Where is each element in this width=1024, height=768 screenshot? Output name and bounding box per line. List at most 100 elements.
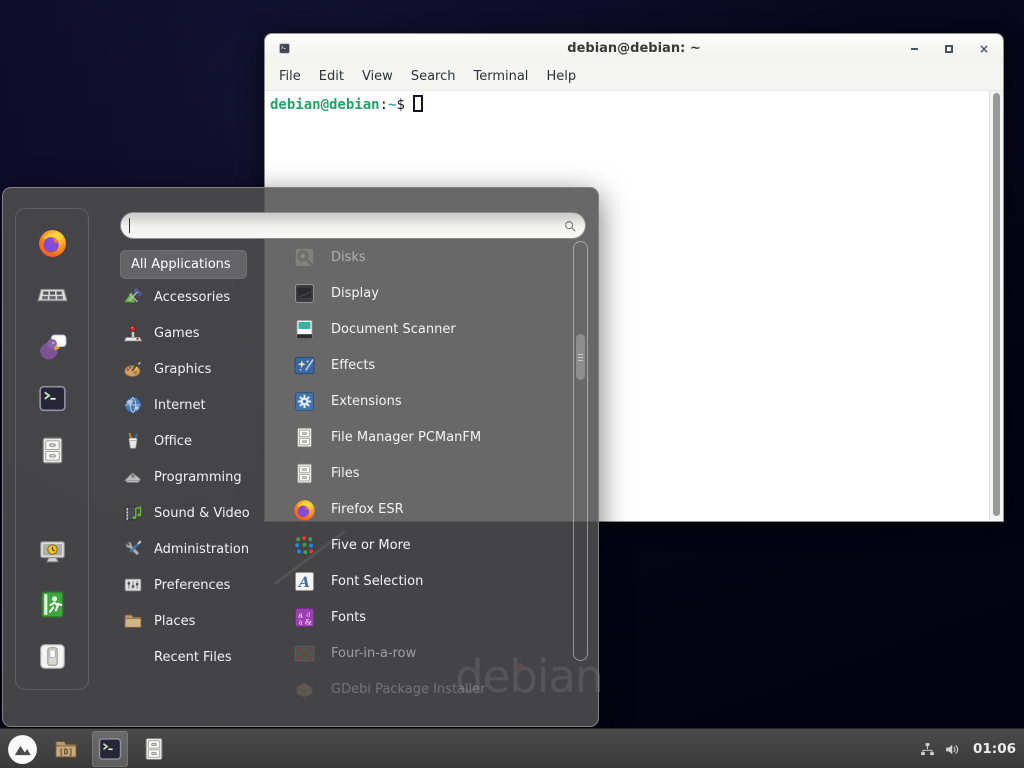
- internet-icon: [122, 394, 144, 416]
- app-extensions[interactable]: Extensions: [284, 383, 570, 419]
- app-firefox-esr[interactable]: Firefox ESR: [284, 491, 570, 527]
- category-places[interactable]: Places: [120, 603, 280, 639]
- window-title: debian@debian: ~: [265, 41, 1003, 56]
- category-label: Preferences: [154, 578, 230, 593]
- app-document-scanner[interactable]: Document Scanner: [284, 311, 570, 347]
- network-icon: [919, 741, 936, 758]
- terminal-titlebar[interactable]: debian@debian: ~ ×: [265, 34, 1003, 63]
- favorite-keyboard[interactable]: [32, 277, 72, 311]
- clock[interactable]: 01:06: [968, 741, 1021, 757]
- app-label: Five or More: [331, 538, 411, 553]
- app-label: Fonts: [331, 610, 366, 625]
- prompt-separator: :: [380, 97, 388, 113]
- terminal-scrollbar[interactable]: [989, 91, 1003, 520]
- prompt-symbol: $: [396, 97, 404, 113]
- network-status[interactable]: [918, 740, 936, 758]
- minimize-button[interactable]: [907, 42, 921, 56]
- category-accessories[interactable]: Accessories: [120, 279, 280, 315]
- games-icon: [122, 322, 144, 344]
- app-label: Document Scanner: [331, 322, 456, 337]
- volume-control[interactable]: [943, 740, 961, 758]
- lock-screen-button[interactable]: [32, 535, 72, 569]
- preferences-icon: [122, 574, 144, 596]
- terminal-icon: [96, 735, 124, 763]
- terminal-task[interactable]: [92, 731, 128, 767]
- menu-item-help[interactable]: Help: [537, 65, 585, 88]
- favorite-firefox[interactable]: [32, 225, 72, 259]
- all-applications-button[interactable]: All Applications: [120, 250, 247, 279]
- lock-screen-icon: [36, 536, 69, 569]
- terminal-scrollbar-thumb[interactable]: [993, 93, 1000, 516]
- programming-icon: [122, 466, 144, 488]
- search-icon: [563, 219, 577, 233]
- app-gdebi-package-installer[interactable]: GDebi Package Installer: [284, 671, 570, 707]
- maximize-button[interactable]: [942, 42, 956, 56]
- category-games[interactable]: Games: [120, 315, 280, 351]
- app-font-selection[interactable]: Font Selection: [284, 563, 570, 599]
- logout-button[interactable]: [32, 587, 72, 621]
- category-recent-files[interactable]: Recent Files: [120, 639, 280, 675]
- menu-item-file[interactable]: File: [270, 65, 310, 88]
- category-office[interactable]: Office: [120, 423, 280, 459]
- window-terminal-icon: [278, 42, 291, 55]
- category-graphics[interactable]: Graphics: [120, 351, 280, 387]
- search-input[interactable]: [128, 216, 563, 236]
- app-effects[interactable]: Effects: [284, 347, 570, 383]
- menu-scrollbar-thumb[interactable]: [576, 334, 585, 380]
- terminal-cursor: [413, 95, 423, 112]
- taskbar: 01:06: [0, 728, 1024, 768]
- fonts-icon: [292, 605, 317, 630]
- app-five-or-more[interactable]: Five or More: [284, 527, 570, 563]
- category-sound-video[interactable]: Sound & Video: [120, 495, 280, 531]
- category-internet[interactable]: Internet: [120, 387, 280, 423]
- app-display[interactable]: Display: [284, 275, 570, 311]
- pidgin-icon: [36, 330, 69, 363]
- shutdown-button[interactable]: [32, 639, 72, 673]
- app-label: Firefox ESR: [331, 502, 404, 517]
- category-administration[interactable]: Administration: [120, 531, 280, 567]
- app-four-in-a-row[interactable]: Four-in-a-row: [284, 635, 570, 671]
- file-cabinet-icon: [292, 425, 317, 450]
- app-fonts[interactable]: Fonts: [284, 599, 570, 635]
- file-cabinet-icon: [140, 735, 168, 763]
- extensions-icon: [292, 389, 317, 414]
- menu-item-view[interactable]: View: [353, 65, 402, 88]
- favorite-pidgin[interactable]: [32, 329, 72, 363]
- desktop-folder-launcher[interactable]: [48, 731, 84, 767]
- volume-icon: [944, 741, 961, 758]
- category-programming[interactable]: Programming: [120, 459, 280, 495]
- menu-item-edit[interactable]: Edit: [310, 65, 353, 88]
- accessories-icon: [122, 286, 144, 308]
- files-launcher[interactable]: [136, 731, 172, 767]
- firefox-icon: [36, 226, 69, 259]
- category-label: Internet: [154, 398, 206, 413]
- shutdown-icon: [36, 640, 69, 673]
- app-label: Disks: [331, 250, 366, 265]
- prompt-user-host: debian@debian: [270, 97, 380, 113]
- category-label: Administration: [154, 542, 249, 557]
- menu-scrollbar[interactable]: [573, 241, 588, 661]
- menu-item-search[interactable]: Search: [402, 65, 465, 88]
- favorite-file-manager[interactable]: [32, 433, 72, 467]
- application-list: Disks Display Document Scanner EffectsExten…: [284, 239, 570, 707]
- menu-item-terminal[interactable]: Terminal: [464, 65, 537, 88]
- category-label: Recent Files: [154, 650, 232, 665]
- menu-search-box[interactable]: [120, 212, 586, 239]
- category-preferences[interactable]: Preferences: [120, 567, 280, 603]
- app-label: GDebi Package Installer: [331, 682, 486, 697]
- app-disks[interactable]: Disks: [284, 239, 570, 275]
- menu-button[interactable]: [4, 731, 40, 767]
- app-files[interactable]: Files: [284, 455, 570, 491]
- four-in-a-row-icon: [292, 641, 317, 666]
- display-icon: [292, 281, 317, 306]
- office-icon: [122, 430, 144, 452]
- category-label: Graphics: [154, 362, 211, 377]
- keyboard-icon: [36, 278, 69, 311]
- favorite-terminal[interactable]: [32, 381, 72, 415]
- app-file-manager-pcmanfm[interactable]: File Manager PCManFM: [284, 419, 570, 455]
- administration-icon: [122, 538, 144, 560]
- terminal-menubar: FileEditViewSearchTerminalHelp: [265, 63, 1003, 91]
- graphics-icon: [122, 358, 144, 380]
- desktop-folder-icon: [52, 735, 80, 763]
- close-button[interactable]: ×: [977, 42, 991, 56]
